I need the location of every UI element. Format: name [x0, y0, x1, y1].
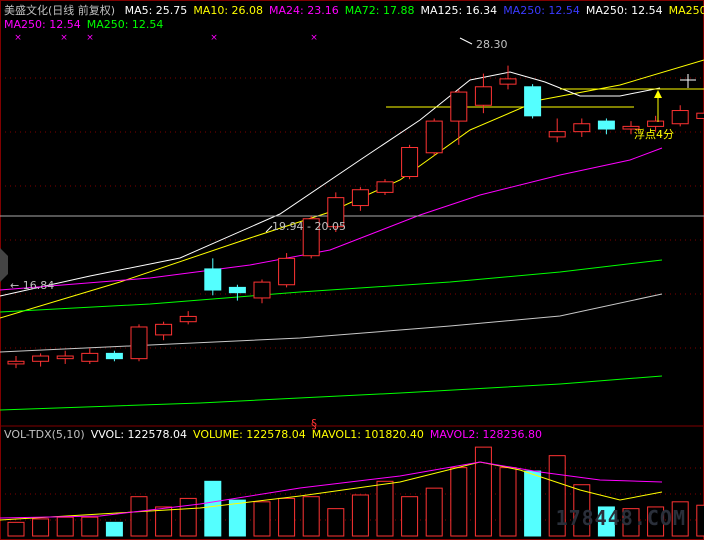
candle-body-7: [179, 315, 197, 323]
chart-frame: [0, 0, 704, 540]
ma-label-1: MA10: 26.08: [193, 4, 264, 17]
volume-bar-0: [7, 521, 25, 537]
vol-label-1: VVOL: 122578.04: [90, 428, 188, 441]
ma250-line: [0, 375, 663, 411]
volume-bar-14: [351, 494, 369, 537]
candle-body-3: [81, 352, 99, 362]
volume-bar-9: [228, 499, 246, 537]
volume-bar-5: [130, 496, 148, 537]
candle-body-23: [573, 123, 591, 133]
volume-bar-15: [376, 480, 394, 537]
candle-body-20: [499, 78, 517, 85]
marker-x-1: ×: [60, 33, 68, 43]
range-label: 19.94 - 20.05: [272, 220, 346, 233]
volume-header: VOL-TDX(5,10) VVOL: 122578.04 VOLUME: 1225…: [4, 428, 548, 442]
candle-body-22: [548, 131, 566, 138]
ma-label-row2-0: MA250: 12.54: [4, 18, 81, 31]
candle-body-14: [351, 189, 369, 207]
ma-label-4: MA125: 16.34: [420, 4, 498, 17]
volume-bar-12: [302, 496, 320, 537]
volume-bar-1: [32, 518, 50, 537]
high-pointer: [459, 37, 473, 45]
ma-label-2: MA24: 23.16: [269, 4, 339, 17]
ma-label-7: MA250: 12: [668, 4, 704, 17]
candle-body-19: [474, 86, 492, 106]
candle-body-11: [278, 257, 296, 286]
volume-bar-11: [278, 497, 296, 537]
volume-bar-19: [474, 446, 492, 537]
float-label: 浮点4分: [634, 128, 674, 141]
volume-bar-13: [327, 508, 345, 537]
price-header: 美盛文化(日线 前复权) MA5: 25.75 MA10: 26.08 MA24: …: [4, 4, 704, 18]
ma-label-row2-1: MA250: 12.54: [86, 18, 164, 31]
volume-bar-16: [401, 496, 419, 537]
volume-bar-6: [155, 506, 173, 537]
volume-bar-4: [105, 521, 123, 537]
volume-bar-7: [179, 497, 197, 537]
ma-label-5: MA250: 12.54: [503, 4, 580, 17]
marker-x-4: ×: [310, 33, 318, 43]
watermark: 178448.COM: [555, 506, 686, 530]
candle-body-18: [450, 91, 468, 122]
ma-label-3: MA72: 17.88: [344, 4, 415, 17]
candle-body-28: [696, 112, 704, 119]
vol-label-2: VOLUME: 122578.04: [193, 428, 306, 441]
candle-body-2: [56, 355, 74, 360]
candle-body-24: [597, 120, 615, 130]
volume-bar-2: [56, 516, 74, 537]
stock-title: 美盛文化(日线 前复权): [4, 4, 116, 17]
candle-body-21: [524, 86, 542, 117]
vol-label-4: MAVOL2: 128236.80: [429, 428, 543, 441]
ma-label-6: MA250: 12.54: [585, 4, 663, 17]
price-header-row2: MA250: 12.54 MA250: 12.54: [4, 18, 169, 32]
left-scroll-handle: [0, 248, 8, 282]
candle-body-16: [401, 146, 419, 178]
marker-x-0: ×: [14, 33, 22, 43]
candle-body-1: [32, 355, 50, 362]
candle-body-27: [671, 110, 689, 125]
candle-body-0: [7, 360, 25, 365]
volume-bar-8: [204, 480, 222, 537]
candle-body-17: [425, 120, 443, 154]
vol-label-0: VOL-TDX(5,10): [4, 428, 85, 441]
candle-body-26: [647, 120, 665, 127]
candle-body-15: [376, 181, 394, 193]
volume-bar-28: [696, 504, 704, 537]
volume-bar-18: [450, 467, 468, 537]
ma-label-0: MA5: 25.75: [124, 4, 188, 17]
high-label: 28.30: [476, 38, 508, 51]
marker-x-2: ×: [86, 33, 94, 43]
volume-bar-17: [425, 487, 443, 537]
low-label: ← 16.84: [10, 279, 54, 292]
candle-body-10: [253, 281, 271, 299]
volume-bar-3: [81, 516, 99, 537]
volume-bar-20: [499, 467, 517, 537]
vol-label-3: MAVOL1: 101820.40: [311, 428, 424, 441]
volume-bar-10: [253, 501, 271, 537]
ma72-line: [0, 259, 663, 313]
stock-chart: × × × × × 28.30← 16.8419.94 - 20.05浮点4分§: [0, 0, 704, 540]
ma125-line: [0, 293, 663, 353]
candle-body-6: [155, 323, 173, 336]
ma10-line: [0, 59, 704, 319]
candle-body-8: [204, 268, 222, 291]
candle-body-9: [228, 286, 246, 294]
candle-body-4: [105, 352, 123, 360]
candle-body-5: [130, 326, 148, 360]
volume-bar-21: [524, 470, 542, 537]
ma5-line: [0, 71, 661, 297]
marker-x-3: ×: [210, 33, 218, 43]
arrow-head: [654, 90, 662, 98]
